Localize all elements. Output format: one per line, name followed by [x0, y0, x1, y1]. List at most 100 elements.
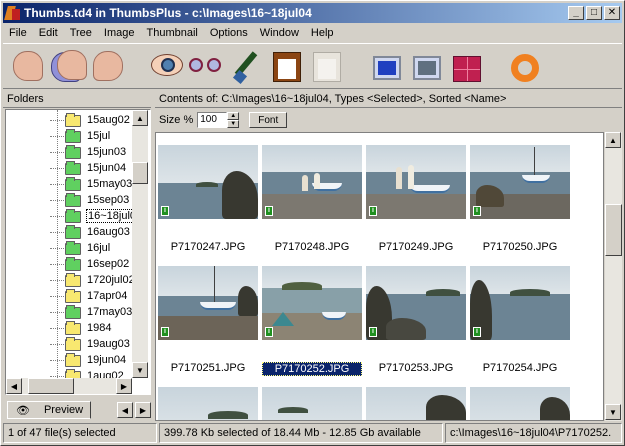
size-label: Size % [159, 114, 194, 126]
scroll-down-icon[interactable]: ▼ [605, 404, 621, 420]
thumbnail-image[interactable]: i [158, 266, 258, 340]
folder-item[interactable]: 15jun03 [6, 144, 134, 160]
thumbnail-caption-selected: P7170252.JPG [262, 362, 362, 376]
menu-tree[interactable]: Tree [64, 27, 98, 39]
close-button[interactable]: ✕ [604, 6, 620, 20]
folder-item[interactable]: 1984 [6, 320, 134, 336]
preview-tab[interactable]: 👁 Preview [7, 401, 91, 419]
thumbnail-vertical-scrollbar[interactable]: ▲ ▼ [605, 132, 622, 421]
folder-item[interactable]: 15sep03 [6, 192, 134, 208]
folder-label: 16jul [87, 242, 111, 254]
app-icon[interactable] [4, 5, 21, 21]
thumbnail-caption: P7170249.JPG [378, 241, 454, 253]
minimize-button[interactable]: _ [568, 6, 584, 20]
menu-file[interactable]: File [3, 27, 33, 39]
scroll-down-icon[interactable]: ▼ [132, 362, 148, 378]
title-bar[interactable]: Thumbs.td4 in ThumbsPlus - c:\Images\16~… [3, 3, 622, 23]
thumbnail-image[interactable] [366, 387, 466, 420]
tab-next-icon[interactable]: ▶ [135, 402, 151, 418]
finger-left-icon[interactable] [89, 48, 129, 86]
tree-connector [50, 280, 64, 281]
tab-prev-icon[interactable]: ◀ [117, 402, 133, 418]
tree-vertical-scrollbar[interactable]: ▲ ▼ [132, 110, 148, 378]
finger-stack-icon[interactable] [49, 48, 89, 86]
menu-window[interactable]: Window [254, 27, 305, 39]
thumbnail-image[interactable]: i [366, 266, 466, 340]
tree-horizontal-scrollbar[interactable]: ◀ ▶ [6, 378, 132, 394]
grid-icon[interactable] [447, 48, 487, 86]
folder-item[interactable]: 16sep02 [6, 256, 134, 272]
folder-label: 16aug03 [87, 226, 130, 238]
thumbnail-image[interactable]: i [470, 145, 570, 219]
folder-label: 15aug02 [87, 114, 130, 126]
font-button[interactable]: Font [249, 112, 288, 128]
scroll-up-icon[interactable]: ▲ [132, 110, 148, 126]
scroll-thumb[interactable] [605, 204, 622, 256]
folder-label: 16~18jul0 [86, 209, 139, 223]
tree-connector [50, 376, 64, 377]
folder-icon [65, 257, 81, 271]
folder-item[interactable]: 17may03 [6, 304, 134, 320]
tree-connector [50, 120, 64, 121]
menu-edit[interactable]: Edit [33, 27, 64, 39]
folder-label: 19aug03 [87, 338, 130, 350]
thumbnail-image[interactable]: i [262, 145, 362, 219]
folder-item[interactable]: 16jul [6, 240, 134, 256]
lifebuoy-icon[interactable] [505, 48, 545, 86]
folder-item[interactable]: 16aug03 [6, 224, 134, 240]
folder-item[interactable]: 15aug02 [6, 112, 134, 128]
scroll-left-icon[interactable]: ◀ [6, 378, 22, 394]
folder-item[interactable]: 19jun04 [6, 352, 134, 368]
folder-item[interactable]: 15jul [6, 128, 134, 144]
clipboard-icon[interactable] [267, 48, 307, 86]
folder-item[interactable]: 17apr04 [6, 288, 134, 304]
folder-item[interactable]: 16~18jul0 [6, 208, 139, 224]
tree-connector [50, 136, 64, 137]
thumbnail-grid: i P7170247.JPG i P7170248.JPG i P7170249… [155, 132, 604, 421]
folder-label: 15jul [87, 130, 111, 142]
glasses-icon[interactable] [187, 48, 227, 86]
tree-connector [50, 344, 64, 345]
spin-down-icon[interactable]: ▼ [227, 120, 240, 128]
camera-icon: i [473, 327, 481, 337]
folder-tree[interactable]: 15aug02 15jul 15jun03 15jun04 15may03 15sep03… [5, 109, 151, 395]
scroll-right-icon[interactable]: ▶ [116, 378, 132, 394]
size-spinner[interactable]: ▲ ▼ [227, 112, 240, 128]
folder-icon [65, 129, 81, 143]
scroll-thumb-horizontal[interactable] [28, 378, 74, 394]
scroll-up-icon[interactable]: ▲ [605, 132, 621, 148]
menu-options[interactable]: Options [204, 27, 254, 39]
size-input[interactable]: 100 [197, 112, 228, 128]
eye-icon[interactable] [147, 48, 187, 86]
folder-icon [65, 193, 81, 207]
folder-label: 1984 [87, 322, 112, 334]
maximize-button[interactable]: □ [586, 6, 602, 20]
folder-item[interactable]: 19aug03 [6, 336, 134, 352]
finger-icon[interactable] [9, 48, 49, 86]
thumbnail-image[interactable]: i [470, 266, 570, 340]
thumbnail-image[interactable] [262, 387, 362, 420]
thumbnail-image[interactable] [158, 387, 258, 420]
folder-item[interactable]: 1720jul02 [6, 272, 135, 288]
monitor-gray-icon[interactable] [407, 48, 447, 86]
menu-image[interactable]: Image [98, 27, 141, 39]
spin-up-icon[interactable]: ▲ [227, 112, 240, 120]
status-files: 1 of 47 file(s) selected [3, 423, 157, 443]
folder-item[interactable]: 15jun04 [6, 160, 134, 176]
folder-label: 15sep03 [87, 194, 130, 206]
thumbnail-image[interactable] [470, 387, 570, 420]
camera-icon: i [161, 327, 169, 337]
thumbnail-image[interactable]: i [262, 266, 362, 340]
camera-icon: i [473, 206, 481, 216]
menu-thumbnail[interactable]: Thumbnail [141, 27, 204, 39]
tree-connector [50, 296, 64, 297]
preview-eye-icon: 👁 [16, 404, 30, 417]
folders-header: Folders [3, 90, 151, 108]
brush-icon[interactable] [227, 48, 267, 86]
thumbnail-image[interactable]: i [158, 145, 258, 219]
folder-item[interactable]: 15may03 [6, 176, 134, 192]
monitor-blue-icon[interactable] [367, 48, 407, 86]
menu-help[interactable]: Help [305, 27, 340, 39]
thumbnail-image[interactable]: i [366, 145, 466, 219]
scroll-thumb[interactable] [132, 162, 148, 184]
